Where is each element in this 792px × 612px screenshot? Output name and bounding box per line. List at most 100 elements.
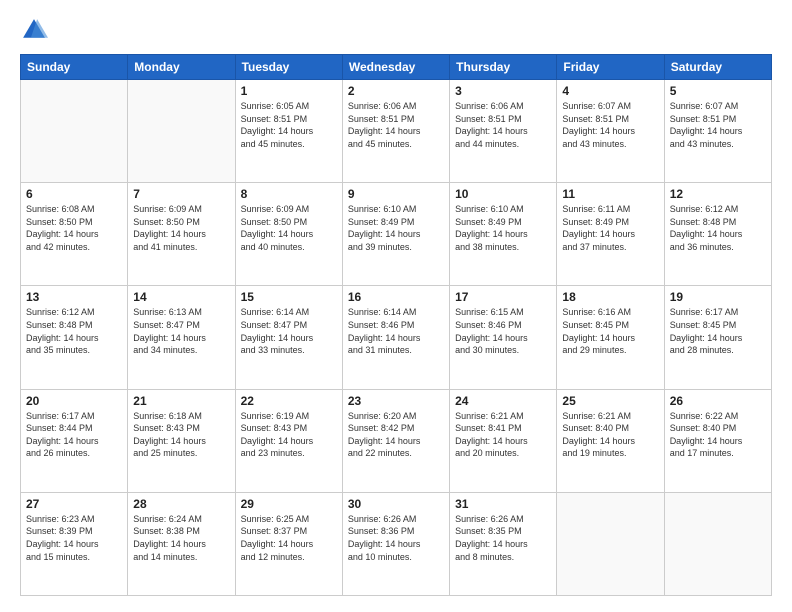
day-info: Sunrise: 6:12 AM Sunset: 8:48 PM Dayligh… — [26, 306, 122, 356]
day-number: 4 — [562, 84, 658, 98]
calendar-cell: 18Sunrise: 6:16 AM Sunset: 8:45 PM Dayli… — [557, 286, 664, 389]
day-info: Sunrise: 6:25 AM Sunset: 8:37 PM Dayligh… — [241, 513, 337, 563]
calendar-cell: 23 Sunrise: 6:20 AM Sunset: 8:42 PM Dayli… — [342, 389, 449, 492]
day-number: 31 — [455, 497, 551, 511]
calendar-cell: 22 Sunrise: 6:19 AM Sunset: 8:43 PM Dayli… — [235, 389, 342, 492]
calendar-cell — [21, 80, 128, 183]
day-number: 25 — [562, 394, 658, 408]
day-number: 19 — [670, 290, 766, 304]
week-row-3: 20 Sunrise: 6:17 AM Sunset: 8:44 PM Dayli… — [21, 389, 772, 492]
week-row-2: 13 Sunrise: 6:12 AM Sunset: 8:48 PM Dayli… — [21, 286, 772, 389]
calendar-cell — [664, 492, 771, 595]
calendar-cell: 4 Sunrise: 6:07 AM Sunset: 8:51 PM Daylig… — [557, 80, 664, 183]
day-info: Sunrise: 6:20 AM Sunset: 8:42 PM Dayligh… — [348, 410, 444, 460]
day-info: Sunrise: 6:23 AM Sunset: 8:39 PM Dayligh… — [26, 513, 122, 563]
day-number: 10 — [455, 187, 551, 201]
day-number: 12 — [670, 187, 766, 201]
day-number: 28 — [133, 497, 229, 511]
day-number: 11 — [562, 187, 658, 201]
day-info: Sunrise: 6:11 AM Sunset: 8:49 PM Dayligh… — [562, 203, 658, 253]
weekday-header-sunday: Sunday — [21, 55, 128, 80]
day-info: Sunrise: 6:10 AM Sunset: 8:49 PM Dayligh… — [455, 203, 551, 253]
day-number: 9 — [348, 187, 444, 201]
weekday-header-tuesday: Tuesday — [235, 55, 342, 80]
day-number: 16 — [348, 290, 444, 304]
calendar-cell: 9 Sunrise: 6:10 AM Sunset: 8:49 PM Daylig… — [342, 183, 449, 286]
calendar-cell: 31 Sunrise: 6:26 AM Sunset: 8:35 PM Dayli… — [450, 492, 557, 595]
day-number: 30 — [348, 497, 444, 511]
calendar-cell: 14 Sunrise: 6:13 AM Sunset: 8:47 PM Dayli… — [128, 286, 235, 389]
day-info: Sunrise: 6:12 AM Sunset: 8:48 PM Dayligh… — [670, 203, 766, 253]
calendar-cell: 6 Sunrise: 6:08 AM Sunset: 8:50 PM Daylig… — [21, 183, 128, 286]
day-info: Sunrise: 6:24 AM Sunset: 8:38 PM Dayligh… — [133, 513, 229, 563]
day-number: 6 — [26, 187, 122, 201]
calendar-cell: 20 Sunrise: 6:17 AM Sunset: 8:44 PM Dayli… — [21, 389, 128, 492]
calendar-cell: 28 Sunrise: 6:24 AM Sunset: 8:38 PM Dayli… — [128, 492, 235, 595]
calendar-cell: 11 Sunrise: 6:11 AM Sunset: 8:49 PM Dayli… — [557, 183, 664, 286]
day-number: 22 — [241, 394, 337, 408]
calendar-cell: 19 Sunrise: 6:17 AM Sunset: 8:45 PM Dayli… — [664, 286, 771, 389]
header — [20, 16, 772, 44]
day-info: Sunrise: 6:16 AM Sunset: 8:45 PM Dayligh… — [562, 306, 658, 356]
day-info: Sunrise: 6:09 AM Sunset: 8:50 PM Dayligh… — [241, 203, 337, 253]
weekday-header-row: SundayMondayTuesdayWednesdayThursdayFrid… — [21, 55, 772, 80]
weekday-header-wednesday: Wednesday — [342, 55, 449, 80]
day-number: 7 — [133, 187, 229, 201]
calendar-cell — [557, 492, 664, 595]
calendar-cell: 16 Sunrise: 6:14 AM Sunset: 8:46 PM Dayli… — [342, 286, 449, 389]
calendar-cell: 21Sunrise: 6:18 AM Sunset: 8:43 PM Dayli… — [128, 389, 235, 492]
calendar-cell: 10 Sunrise: 6:10 AM Sunset: 8:49 PM Dayli… — [450, 183, 557, 286]
week-row-4: 27 Sunrise: 6:23 AM Sunset: 8:39 PM Dayli… — [21, 492, 772, 595]
day-info: Sunrise: 6:10 AM Sunset: 8:49 PM Dayligh… — [348, 203, 444, 253]
logo-icon — [20, 16, 48, 44]
day-number: 8 — [241, 187, 337, 201]
day-info: Sunrise: 6:21 AM Sunset: 8:40 PM Dayligh… — [562, 410, 658, 460]
calendar-cell: 24 Sunrise: 6:21 AM Sunset: 8:41 PM Dayli… — [450, 389, 557, 492]
calendar-cell: 25 Sunrise: 6:21 AM Sunset: 8:40 PM Dayli… — [557, 389, 664, 492]
day-info: Sunrise: 6:15 AM Sunset: 8:46 PM Dayligh… — [455, 306, 551, 356]
day-info: Sunrise: 6:17 AM Sunset: 8:45 PM Dayligh… — [670, 306, 766, 356]
day-info: Sunrise: 6:09 AM Sunset: 8:50 PM Dayligh… — [133, 203, 229, 253]
calendar-cell: 17 Sunrise: 6:15 AM Sunset: 8:46 PM Dayli… — [450, 286, 557, 389]
day-info: Sunrise: 6:17 AM Sunset: 8:44 PM Dayligh… — [26, 410, 122, 460]
logo — [20, 16, 52, 44]
day-number: 15 — [241, 290, 337, 304]
day-info: Sunrise: 6:26 AM Sunset: 8:36 PM Dayligh… — [348, 513, 444, 563]
day-info: Sunrise: 6:14 AM Sunset: 8:46 PM Dayligh… — [348, 306, 444, 356]
calendar-table: SundayMondayTuesdayWednesdayThursdayFrid… — [20, 54, 772, 596]
day-info: Sunrise: 6:07 AM Sunset: 8:51 PM Dayligh… — [562, 100, 658, 150]
calendar-cell: 12 Sunrise: 6:12 AM Sunset: 8:48 PM Dayli… — [664, 183, 771, 286]
day-number: 14 — [133, 290, 229, 304]
day-info: Sunrise: 6:06 AM Sunset: 8:51 PM Dayligh… — [348, 100, 444, 150]
day-number: 20 — [26, 394, 122, 408]
day-info: Sunrise: 6:26 AM Sunset: 8:35 PM Dayligh… — [455, 513, 551, 563]
day-info: Sunrise: 6:13 AM Sunset: 8:47 PM Dayligh… — [133, 306, 229, 356]
calendar-cell: 7 Sunrise: 6:09 AM Sunset: 8:50 PM Daylig… — [128, 183, 235, 286]
calendar-cell: 30 Sunrise: 6:26 AM Sunset: 8:36 PM Dayli… — [342, 492, 449, 595]
day-number: 21 — [133, 394, 229, 408]
day-info: Sunrise: 6:21 AM Sunset: 8:41 PM Dayligh… — [455, 410, 551, 460]
calendar-cell: 13 Sunrise: 6:12 AM Sunset: 8:48 PM Dayli… — [21, 286, 128, 389]
day-info: Sunrise: 6:07 AM Sunset: 8:51 PM Dayligh… — [670, 100, 766, 150]
week-row-1: 6 Sunrise: 6:08 AM Sunset: 8:50 PM Daylig… — [21, 183, 772, 286]
day-number: 1 — [241, 84, 337, 98]
day-info: Sunrise: 6:06 AM Sunset: 8:51 PM Dayligh… — [455, 100, 551, 150]
calendar-cell: 3Sunrise: 6:06 AM Sunset: 8:51 PM Daylig… — [450, 80, 557, 183]
calendar-cell: 26Sunrise: 6:22 AM Sunset: 8:40 PM Dayli… — [664, 389, 771, 492]
day-number: 13 — [26, 290, 122, 304]
day-number: 24 — [455, 394, 551, 408]
week-row-0: 1Sunrise: 6:05 AM Sunset: 8:51 PM Daylig… — [21, 80, 772, 183]
calendar-cell: 5Sunrise: 6:07 AM Sunset: 8:51 PM Daylig… — [664, 80, 771, 183]
day-info: Sunrise: 6:08 AM Sunset: 8:50 PM Dayligh… — [26, 203, 122, 253]
calendar-cell: 29Sunrise: 6:25 AM Sunset: 8:37 PM Dayli… — [235, 492, 342, 595]
day-info: Sunrise: 6:19 AM Sunset: 8:43 PM Dayligh… — [241, 410, 337, 460]
calendar-cell: 1Sunrise: 6:05 AM Sunset: 8:51 PM Daylig… — [235, 80, 342, 183]
day-number: 2 — [348, 84, 444, 98]
calendar-cell: 27 Sunrise: 6:23 AM Sunset: 8:39 PM Dayli… — [21, 492, 128, 595]
weekday-header-saturday: Saturday — [664, 55, 771, 80]
weekday-header-monday: Monday — [128, 55, 235, 80]
day-number: 27 — [26, 497, 122, 511]
day-info: Sunrise: 6:14 AM Sunset: 8:47 PM Dayligh… — [241, 306, 337, 356]
day-number: 17 — [455, 290, 551, 304]
day-number: 23 — [348, 394, 444, 408]
